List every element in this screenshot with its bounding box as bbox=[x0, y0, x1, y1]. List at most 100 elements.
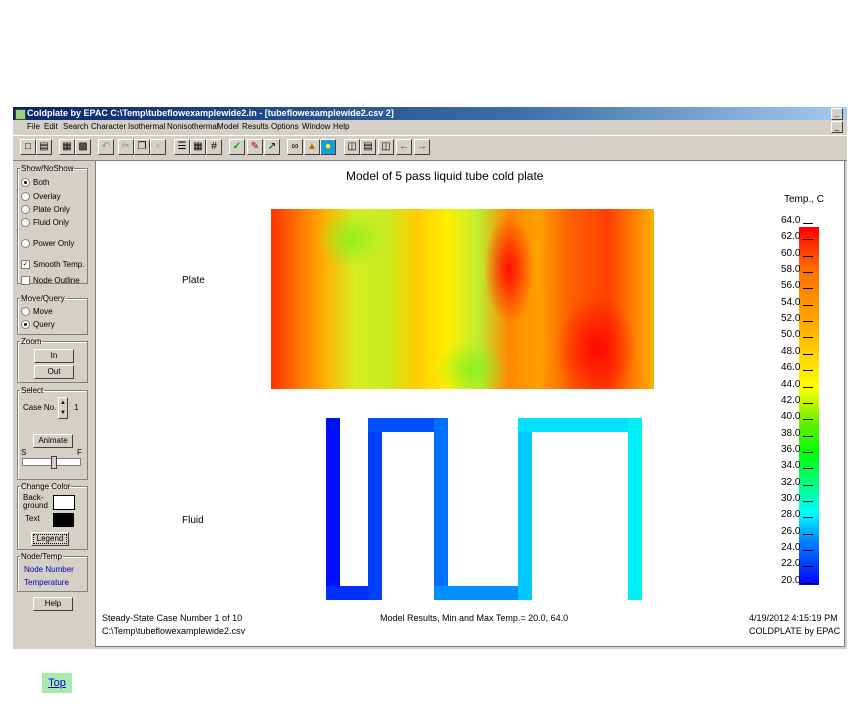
radio-plate-only[interactable]: Plate Only bbox=[21, 205, 70, 215]
arrow-left-icon[interactable]: ← bbox=[396, 139, 412, 155]
node-outline-label: Node Outline bbox=[33, 276, 80, 285]
legend-tick-label: 36.0 bbox=[781, 444, 817, 455]
animation-slider[interactable] bbox=[22, 456, 81, 469]
menu-options[interactable]: Options bbox=[271, 120, 299, 134]
surface-plot-icon[interactable]: ▲ bbox=[304, 139, 320, 155]
split-vertical-icon[interactable]: ◫ bbox=[378, 139, 394, 155]
radio-indicator-icon bbox=[21, 320, 30, 330]
show-noshow-title: Show/NoShow bbox=[21, 164, 74, 173]
footer-min-max: Model Results, Min and Max Temp.= 20.0, … bbox=[380, 613, 569, 623]
case-number-value: 1 bbox=[74, 403, 79, 412]
radio-indicator-icon bbox=[21, 178, 30, 188]
split-horizontal-icon[interactable]: ▤ bbox=[360, 139, 376, 155]
radio-indicator-icon bbox=[21, 205, 30, 215]
menu-character[interactable]: Character bbox=[91, 120, 126, 134]
arrow-right-icon[interactable]: → bbox=[414, 139, 430, 155]
background-color-swatch[interactable] bbox=[53, 495, 75, 510]
radio-overlay[interactable]: Overlay bbox=[21, 192, 61, 202]
fluid-label: Fluid bbox=[182, 515, 204, 526]
tube-segment bbox=[326, 418, 340, 600]
legend-tick-label: 60.0 bbox=[781, 248, 817, 259]
app-icon bbox=[15, 109, 26, 120]
legend-tick-label: 34.0 bbox=[781, 460, 817, 471]
menu-edit[interactable]: Edit bbox=[44, 120, 58, 134]
legend-tick-label: 54.0 bbox=[781, 297, 817, 308]
layers-icon[interactable]: ◫ bbox=[344, 139, 360, 155]
radio-query[interactable]: Query bbox=[21, 320, 55, 330]
checkbox-checked-icon: ✓ bbox=[21, 260, 30, 270]
checkbox-empty-icon bbox=[21, 276, 30, 286]
radio-overlay-label: Overlay bbox=[33, 192, 61, 201]
save-icon[interactable]: ▦ bbox=[59, 139, 75, 155]
glasses-icon[interactable]: ∞ bbox=[287, 139, 303, 155]
cut-icon[interactable]: ✂ bbox=[118, 139, 134, 155]
menu-nonisothermal[interactable]: Nonisothermal bbox=[167, 120, 219, 134]
legend-tick-label: 28.0 bbox=[781, 509, 817, 520]
radio-power-only[interactable]: Power Only bbox=[21, 239, 74, 249]
smooth-temp-label: Smooth Temp. bbox=[33, 260, 85, 269]
checkmark-icon[interactable]: ✓ bbox=[229, 139, 245, 155]
radio-move[interactable]: Move bbox=[21, 307, 53, 317]
node-list-icon[interactable]: ☰ bbox=[174, 139, 190, 155]
text-color-swatch[interactable] bbox=[53, 513, 74, 527]
pencil-check-icon[interactable]: ✎ bbox=[247, 139, 263, 155]
change-color-title: Change Color bbox=[21, 482, 71, 491]
tube-segment bbox=[368, 418, 382, 600]
temperature-option[interactable]: Temperature bbox=[24, 578, 69, 587]
tube-segment bbox=[518, 418, 642, 432]
radio-fluid-only[interactable]: Fluid Only bbox=[21, 218, 70, 228]
legend-tick-label: 38.0 bbox=[781, 428, 817, 439]
menu-results[interactable]: Results bbox=[242, 120, 269, 134]
menu-file[interactable]: File bbox=[27, 120, 40, 134]
menu-model[interactable]: Model bbox=[217, 120, 239, 134]
plate-hotspot bbox=[484, 214, 534, 324]
menu-isothermal[interactable]: Isothermal bbox=[128, 120, 165, 134]
paste-icon[interactable]: ▫ bbox=[150, 139, 166, 155]
undo-icon[interactable]: ↶ bbox=[98, 139, 114, 155]
mdi-minimize-button[interactable]: _ bbox=[831, 121, 843, 133]
tube-segment bbox=[434, 586, 532, 600]
legend-title: Temp., C bbox=[784, 194, 825, 205]
copy-icon[interactable]: ❐ bbox=[134, 139, 150, 155]
case-spinner[interactable]: ▲ ▼ bbox=[58, 397, 68, 419]
zoom-out-button[interactable]: Out bbox=[34, 365, 74, 379]
toolbar: □ ▤ ▦ ▩ ↶ ✂ ❐ ▫ ☰ ▦ # ✓ ✎ ↗ ∞ ▲ ● ◫ ▤ ◫ … bbox=[13, 135, 847, 161]
top-link[interactable]: Top bbox=[42, 673, 72, 693]
radio-indicator-icon bbox=[21, 218, 30, 228]
legend-button[interactable]: Legend bbox=[31, 532, 69, 546]
run-icon[interactable]: ↗ bbox=[264, 139, 280, 155]
menu-help[interactable]: Help bbox=[333, 120, 349, 134]
help-button[interactable]: Help bbox=[33, 597, 73, 611]
legend-tick-label: 44.0 bbox=[781, 379, 817, 390]
legend-tick-label: 24.0 bbox=[781, 542, 817, 553]
color-map-icon[interactable]: ● bbox=[320, 139, 336, 155]
zoom-in-button[interactable]: In bbox=[34, 349, 74, 363]
node-outline-checkbox[interactable]: Node Outline bbox=[21, 276, 80, 286]
menu-window[interactable]: Window bbox=[302, 120, 330, 134]
radio-move-label: Move bbox=[33, 307, 53, 316]
background-label: Back- ground bbox=[23, 493, 48, 510]
select-title: Select bbox=[21, 386, 44, 395]
radio-plate-only-label: Plate Only bbox=[33, 205, 70, 214]
tube-segment bbox=[518, 418, 532, 600]
slider-thumb[interactable] bbox=[51, 456, 57, 469]
node-number-option[interactable]: Node Number bbox=[24, 565, 74, 574]
radio-indicator-icon bbox=[21, 192, 30, 202]
animate-button[interactable]: Animate bbox=[33, 434, 73, 448]
hash-grid-icon[interactable]: # bbox=[206, 139, 222, 155]
zoom-title: Zoom bbox=[21, 337, 42, 346]
plot-canvas[interactable]: Model of 5 pass liquid tube cold plate P… bbox=[95, 160, 845, 647]
smooth-temp-checkbox[interactable]: ✓ Smooth Temp. bbox=[21, 260, 85, 270]
menu-search[interactable]: Search bbox=[63, 120, 88, 134]
print-icon[interactable]: ▩ bbox=[75, 139, 91, 155]
radio-both-label: Both bbox=[33, 178, 50, 187]
radio-fluid-only-label: Fluid Only bbox=[33, 218, 70, 227]
node-temp-title: Node/Temp bbox=[21, 552, 62, 561]
legend-tick-label: 20.0 bbox=[781, 575, 817, 586]
minimize-button[interactable]: _ bbox=[831, 108, 843, 120]
grid-icon[interactable]: ▦ bbox=[190, 139, 206, 155]
radio-both[interactable]: Both bbox=[21, 178, 50, 188]
new-file-icon[interactable]: □ bbox=[20, 139, 36, 155]
tube-segment bbox=[326, 586, 368, 600]
open-folder-icon[interactable]: ▤ bbox=[36, 139, 52, 155]
